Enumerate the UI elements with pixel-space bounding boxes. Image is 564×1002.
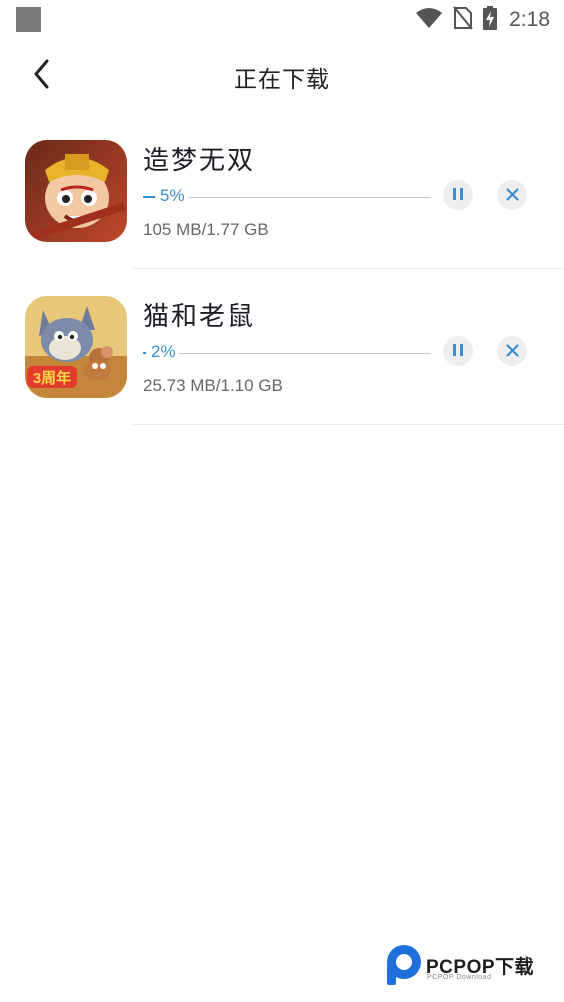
download-size: 25.73 MB/1.10 GB (143, 376, 283, 395)
close-icon (505, 186, 519, 205)
app-name: 造梦无双 (143, 146, 256, 176)
watermark: PCPOP下载 PCPOP Download (384, 942, 560, 988)
progress-fill (143, 351, 146, 354)
cancel-button[interactable] (497, 180, 527, 210)
watermark-subtitle: PCPOP Download (427, 974, 492, 981)
pause-button[interactable] (443, 336, 473, 366)
status-bar: 2:18 (0, 0, 564, 40)
page-title: 正在下载 (234, 67, 330, 93)
app-name: 猫和老鼠 (143, 302, 256, 332)
pause-icon (452, 342, 464, 361)
progress-percent-label: 2% (151, 342, 176, 361)
progress-percent-label: 5% (160, 186, 185, 205)
progress-fill (143, 195, 155, 198)
battery-charging-icon (483, 6, 498, 34)
download-size: 105 MB/1.77 GB (143, 220, 269, 239)
divider (133, 424, 564, 425)
app-icon-zaomeng[interactable] (25, 140, 127, 242)
progress-percent: 5% (143, 186, 185, 206)
status-icons: 2:18 (415, 6, 550, 34)
progress-track (179, 353, 431, 354)
app-icon-tom-and-jerry[interactable]: 3周年 (25, 296, 127, 398)
top-bar: 正在下载 (0, 48, 564, 104)
pause-icon (452, 186, 464, 205)
download-item: 造梦无双 5% 105 MB/1.77 GB (0, 140, 564, 296)
progress-track (189, 197, 431, 198)
clock: 2:18 (509, 8, 550, 31)
svg-text:3周年: 3周年 (33, 369, 71, 387)
progress-bar: 2% (143, 342, 431, 366)
divider (133, 268, 564, 269)
cancel-button[interactable] (497, 336, 527, 366)
progress-bar: 5% (143, 186, 431, 210)
pcpop-logo-icon (384, 944, 422, 990)
download-item: 3周年 猫和老鼠 2% 25.73 MB/1.10 GB (0, 296, 564, 452)
no-sim-icon (453, 6, 473, 34)
pause-button[interactable] (443, 180, 473, 210)
wifi-icon (415, 7, 443, 33)
progress-percent: 2% (143, 342, 176, 362)
close-icon (505, 342, 519, 361)
notification-icon (16, 7, 41, 32)
